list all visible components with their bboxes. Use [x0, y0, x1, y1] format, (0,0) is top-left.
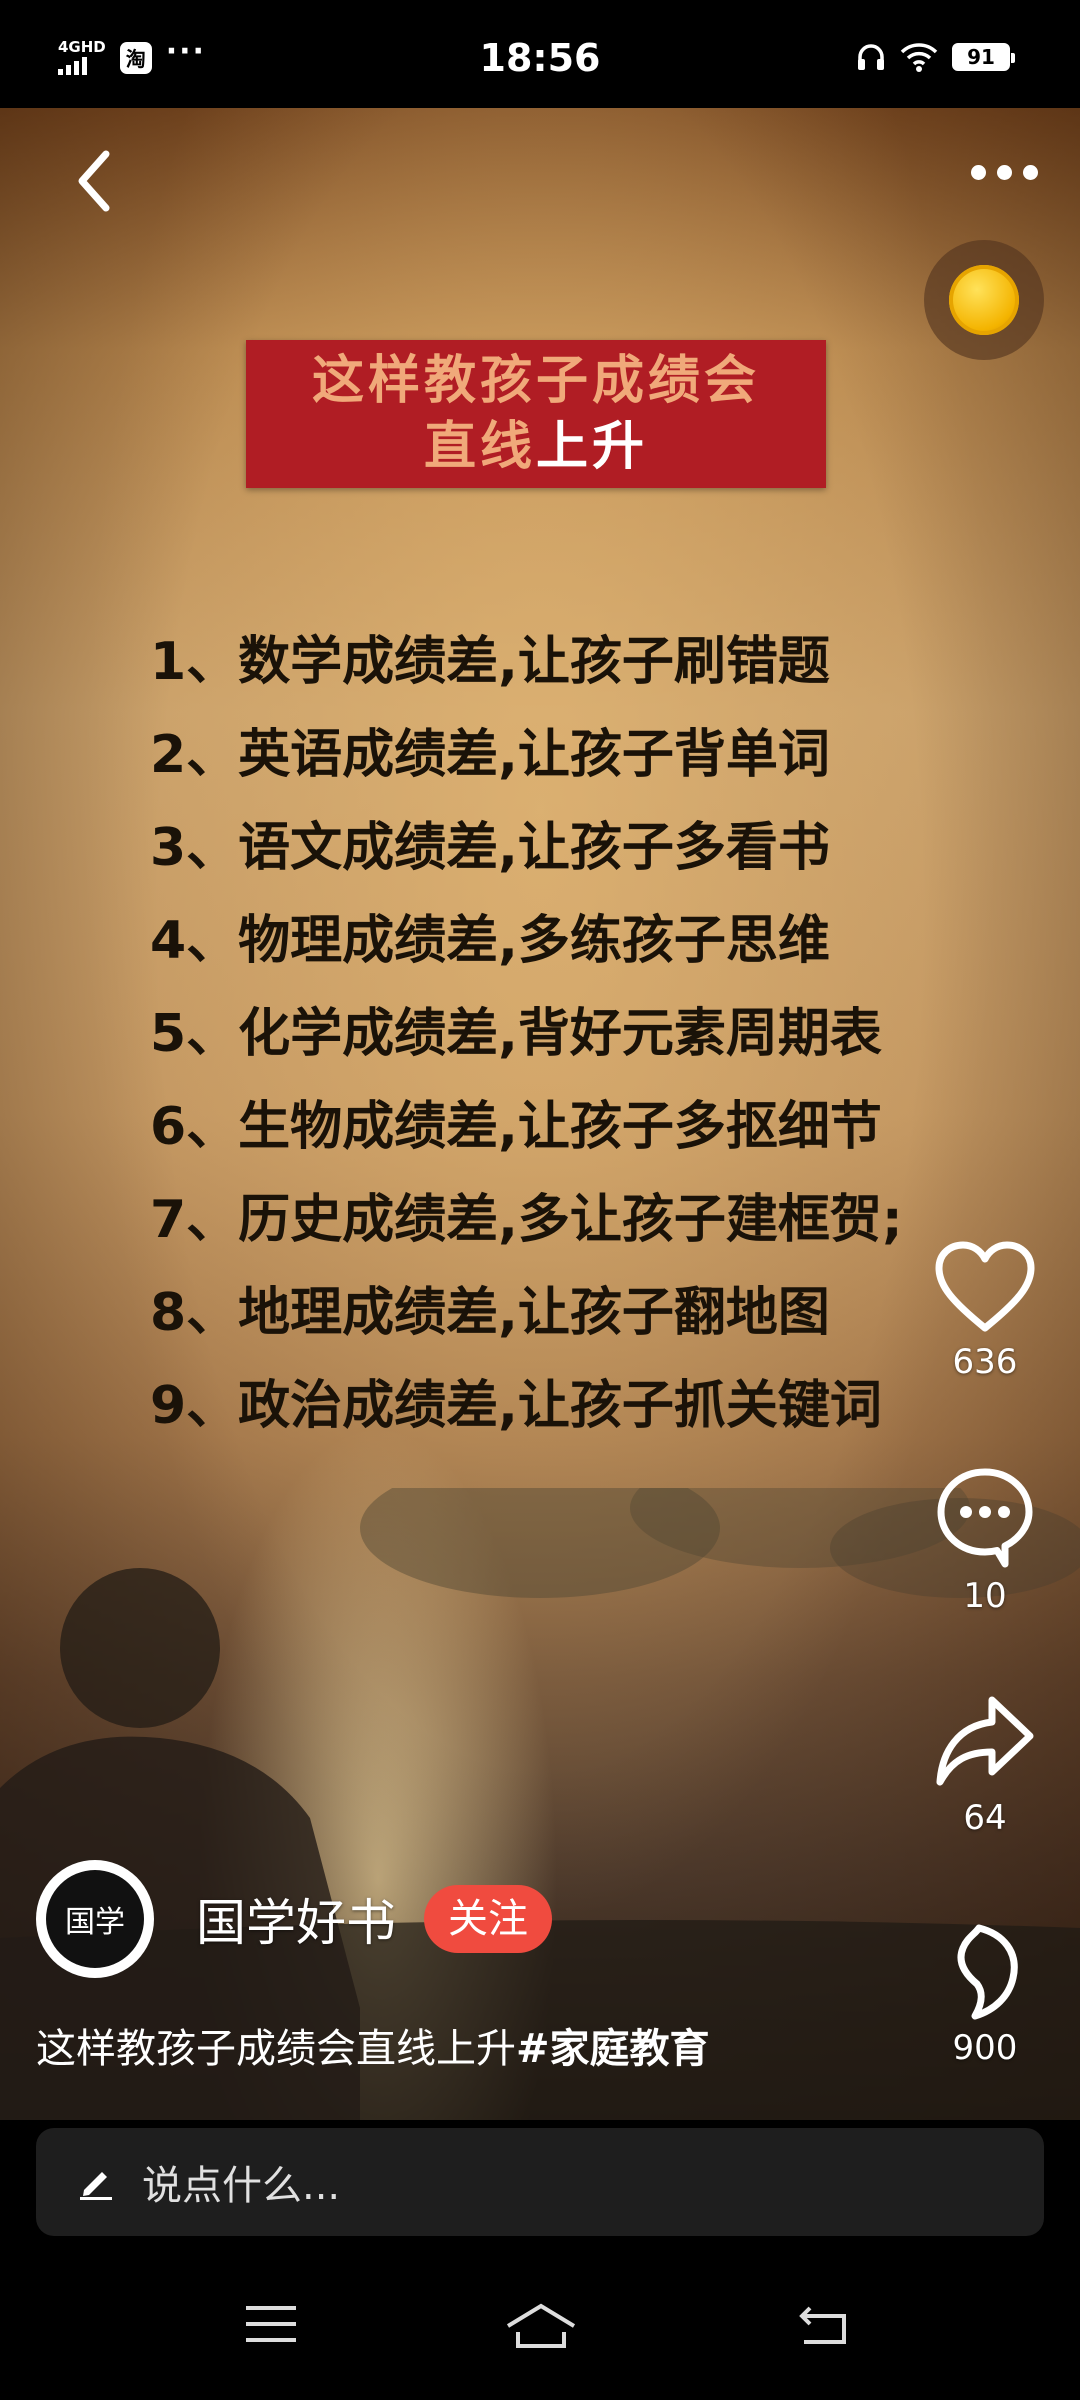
battery-icon: 91: [952, 43, 1015, 71]
list-item: 8、地理成绩差,让孩子翻地图: [150, 1283, 830, 1343]
back-icon[interactable]: [70, 146, 118, 216]
comment-button[interactable]: 10: [930, 1466, 1040, 1616]
caption-text: 这样教孩子成绩会直线上升: [36, 2026, 516, 2072]
title-line-2-part-b: 上升: [536, 416, 649, 477]
author-name[interactable]: 国学好书: [196, 1883, 396, 1955]
like-button[interactable]: 636: [930, 1240, 1040, 1382]
title-line-2: 直线上升: [424, 414, 648, 480]
comment-placeholder: 说点什么...: [142, 2163, 341, 2209]
title-line-2-part-a: 直线: [423, 416, 536, 477]
avatar[interactable]: 国学: [36, 1860, 154, 1978]
pen-icon: [80, 2172, 112, 2200]
coin-reward-button[interactable]: [924, 240, 1044, 360]
favorite-icon: [957, 1924, 1018, 2020]
video-title-banner: 这样教孩子成绩会 直线上升: [246, 340, 826, 488]
list-item: 7、历史成绩差,多让孩子建框贺;: [150, 1190, 903, 1250]
title-line-1: 这样教孩子成绩会: [311, 350, 760, 411]
wifi-icon: [900, 43, 938, 72]
favorite-count: 900: [952, 2028, 1018, 2068]
comment-count: 10: [963, 1576, 1007, 1616]
system-nav-bar: [0, 2256, 1080, 2400]
heart-icon: [935, 1241, 1035, 1332]
list-item: 5、化学成绩差,背好元素周期表: [150, 1004, 882, 1064]
avatar-text: 国学: [46, 1870, 144, 1968]
tips-list: 1、数学成绩差,让孩子刷错题 2、英语成绩差,让孩子背单词 3、语文成绩差,让孩…: [150, 616, 903, 1453]
status-bar: 4GHD 淘 ··· 18:56 91: [0, 0, 1080, 108]
follow-button[interactable]: 关注: [424, 1885, 552, 1953]
video-caption: 这样教孩子成绩会直线上升#家庭教育: [36, 2016, 710, 2074]
video-player[interactable]: 这样教孩子成绩会 直线上升 1、数学成绩差,让孩子刷错题 2、英语成绩差,让孩子…: [0, 108, 1080, 2120]
coin-icon: [949, 265, 1019, 335]
home-icon[interactable]: [504, 2302, 578, 2350]
list-item: 4、物理成绩差,多练孩子思维: [150, 911, 830, 971]
share-button[interactable]: 64: [930, 1694, 1040, 1838]
list-item: 9、政治成绩差,让孩子抓关键词: [150, 1376, 882, 1436]
author-row: 国学 国学好书 关注: [36, 1860, 552, 1978]
menu-icon[interactable]: [244, 2302, 298, 2346]
status-right: 91: [856, 42, 1015, 72]
more-icon[interactable]: [971, 165, 1038, 180]
list-item: 6、生物成绩差,让孩子多抠细节: [150, 1097, 882, 1157]
list-item: 3、语文成绩差,让孩子多看书: [150, 818, 830, 878]
return-icon[interactable]: [796, 2302, 850, 2348]
headphones-icon: [858, 44, 884, 70]
favorite-button[interactable]: 900: [930, 1922, 1040, 2068]
share-count: 64: [963, 1798, 1007, 1838]
share-icon: [936, 1696, 1034, 1786]
like-count: 636: [952, 1342, 1018, 1382]
comment-input[interactable]: 说点什么...: [36, 2128, 1044, 2236]
hashtag-link[interactable]: #家庭教育: [516, 2026, 710, 2072]
list-item: 1、数学成绩差,让孩子刷错题: [150, 632, 830, 692]
comment-icon: [937, 1468, 1033, 1568]
list-item: 2、英语成绩差,让孩子背单词: [150, 725, 830, 785]
